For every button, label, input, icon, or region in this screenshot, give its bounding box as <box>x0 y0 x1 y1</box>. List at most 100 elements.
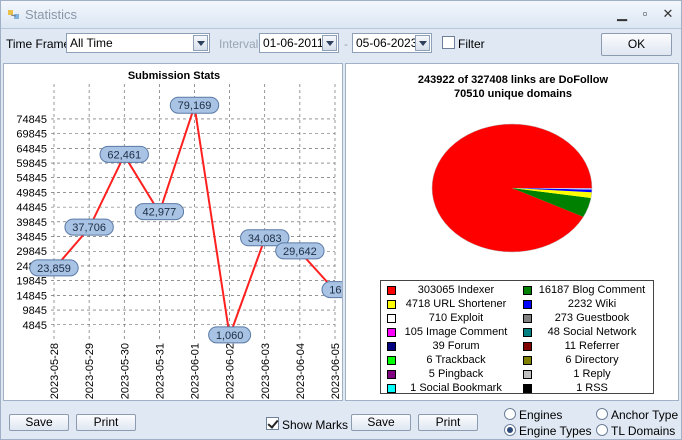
legend-item: 1 Social Bookmark <box>387 382 513 396</box>
submission-line-chart: 4845984514845198452484529845348453984544… <box>16 84 342 399</box>
app-icon <box>8 10 19 19</box>
legend-item: 105 Image Comment <box>387 326 513 340</box>
anchor-type-radio-label: Anchor Type <box>611 408 679 422</box>
legend-label: 1 RSS <box>576 382 608 394</box>
date-to-picker[interactable]: 05-06-2023 <box>352 33 432 53</box>
y-tick-label: 69845 <box>16 129 47 141</box>
value-mark: 79,169 <box>169 96 220 114</box>
save-pie-button[interactable]: Save <box>351 414 411 431</box>
window-title: Statistics <box>25 7 78 22</box>
interval-label: Interval <box>219 37 259 51</box>
y-tick-label: 19845 <box>16 276 47 288</box>
title-bar[interactable]: Statistics ▁ ▫ ✕ <box>1 1 681 29</box>
x-tick-label: 2023-05-29 <box>84 343 96 399</box>
close-icon[interactable]: ✕ <box>657 5 679 23</box>
legend-label: 105 Image Comment <box>404 326 508 338</box>
legend-swatch <box>387 370 396 379</box>
x-tick-label: 2023-06-04 <box>295 343 307 399</box>
legend-item: 710 Exploit <box>387 312 513 326</box>
y-tick-label: 4845 <box>23 320 47 332</box>
engine-types-radio[interactable] <box>504 424 516 436</box>
filter-checkbox[interactable] <box>442 36 455 49</box>
legend-item: 4718 URL Shortener <box>387 298 513 312</box>
legend-label: 11 Referrer <box>564 340 620 352</box>
value-label: 16,45 <box>329 285 342 297</box>
y-tick-label: 49845 <box>16 187 47 199</box>
legend-label: 48 Social Network <box>547 326 637 338</box>
legend-swatch <box>523 342 532 351</box>
show-marks-label: Show Marks <box>282 418 349 432</box>
chevron-down-icon[interactable] <box>193 35 208 51</box>
print-pie-button[interactable]: Print <box>418 414 478 431</box>
date-to-value: 05-06-2023 <box>356 36 418 50</box>
show-marks-checkbox[interactable] <box>266 417 279 430</box>
maximize-icon[interactable]: ▫ <box>634 5 656 23</box>
value-label: 62,461 <box>107 149 141 161</box>
minimize-icon[interactable]: ▁ <box>611 5 633 23</box>
legend-swatch <box>387 328 396 337</box>
y-tick-label: 74845 <box>16 114 47 126</box>
legend-swatch <box>523 314 532 323</box>
value-mark: 23,859 <box>29 259 79 277</box>
chevron-down-icon[interactable] <box>415 35 430 51</box>
value-label: 29,642 <box>283 246 317 258</box>
legend-item: 273 Guestbook <box>523 312 649 326</box>
print-chart-button[interactable]: Print <box>76 414 136 431</box>
anchor-type-radio[interactable] <box>596 408 608 420</box>
legend-swatch <box>387 384 396 393</box>
y-tick-label: 39845 <box>16 217 47 229</box>
legend-label: 6 Trackback <box>426 354 486 366</box>
legend-swatch <box>523 300 532 309</box>
legend-item: 16187 Blog Comment <box>523 284 649 298</box>
tl-domains-radio[interactable] <box>596 424 608 436</box>
legend-item: 48 Social Network <box>523 326 649 340</box>
time-frame-value: All Time <box>70 36 113 50</box>
x-tick-label: 2023-06-01 <box>190 343 202 399</box>
legend-label: 1 Reply <box>573 368 611 380</box>
filter-label: Filter <box>458 37 485 51</box>
chevron-down-icon[interactable] <box>322 35 337 51</box>
legend-item: 1 RSS <box>523 382 649 396</box>
time-frame-select[interactable]: All Time <box>66 33 210 53</box>
pie-legend: 303065 Indexer 16187 Blog Comment 4718 URL… <box>380 280 654 394</box>
toolbar: Time Frame All Time Interval 01-06-2011 … <box>1 29 681 59</box>
legend-label: 4718 URL Shortener <box>405 298 507 310</box>
legend-swatch <box>387 342 396 351</box>
legend-item: 39 Forum <box>387 340 513 354</box>
value-label: 34,083 <box>248 233 282 245</box>
y-tick-label: 64845 <box>16 143 47 155</box>
date-separator: - <box>344 37 348 51</box>
x-tick-label: 2023-05-31 <box>154 343 166 399</box>
value-mark: 16,45 <box>321 281 342 299</box>
legend-swatch <box>387 356 396 365</box>
value-label: 37,706 <box>72 222 106 234</box>
save-chart-button[interactable]: Save <box>9 414 69 431</box>
x-tick-label: 2023-06-02 <box>225 343 237 399</box>
legend-swatch <box>387 300 396 309</box>
value-label: 42,977 <box>143 207 177 219</box>
legend-swatch <box>523 356 532 365</box>
legend-swatch <box>387 314 396 323</box>
x-tick-label: 2023-05-30 <box>119 343 131 399</box>
legend-label: 2232 Wiki <box>567 298 617 310</box>
legend-swatch <box>523 286 532 295</box>
value-label: 1,060 <box>216 330 244 342</box>
legend-swatch <box>387 286 396 295</box>
legend-swatch <box>523 370 532 379</box>
value-mark: 37,706 <box>64 218 114 236</box>
y-tick-label: 54845 <box>16 173 47 185</box>
x-tick-label: 2023-06-03 <box>260 343 272 399</box>
value-label: 79,169 <box>178 100 212 112</box>
ok-button[interactable]: OK <box>601 33 672 56</box>
legend-label: 5 Pingback <box>428 368 484 380</box>
value-mark: 29,642 <box>275 242 325 260</box>
engines-radio[interactable] <box>504 408 516 420</box>
y-tick-label: 14845 <box>16 290 47 302</box>
legend-item: 1 Reply <box>523 368 649 382</box>
engine-types-radio-label: Engine Types <box>519 424 592 438</box>
legend-item: 11 Referrer <box>523 340 649 354</box>
x-tick-label: 2023-05-28 <box>49 343 61 399</box>
submission-stats-panel: Submission Stats 48459845148451984524845… <box>3 63 343 401</box>
legend-label: 273 Guestbook <box>554 312 630 324</box>
date-from-picker[interactable]: 01-06-2011 <box>259 33 339 53</box>
